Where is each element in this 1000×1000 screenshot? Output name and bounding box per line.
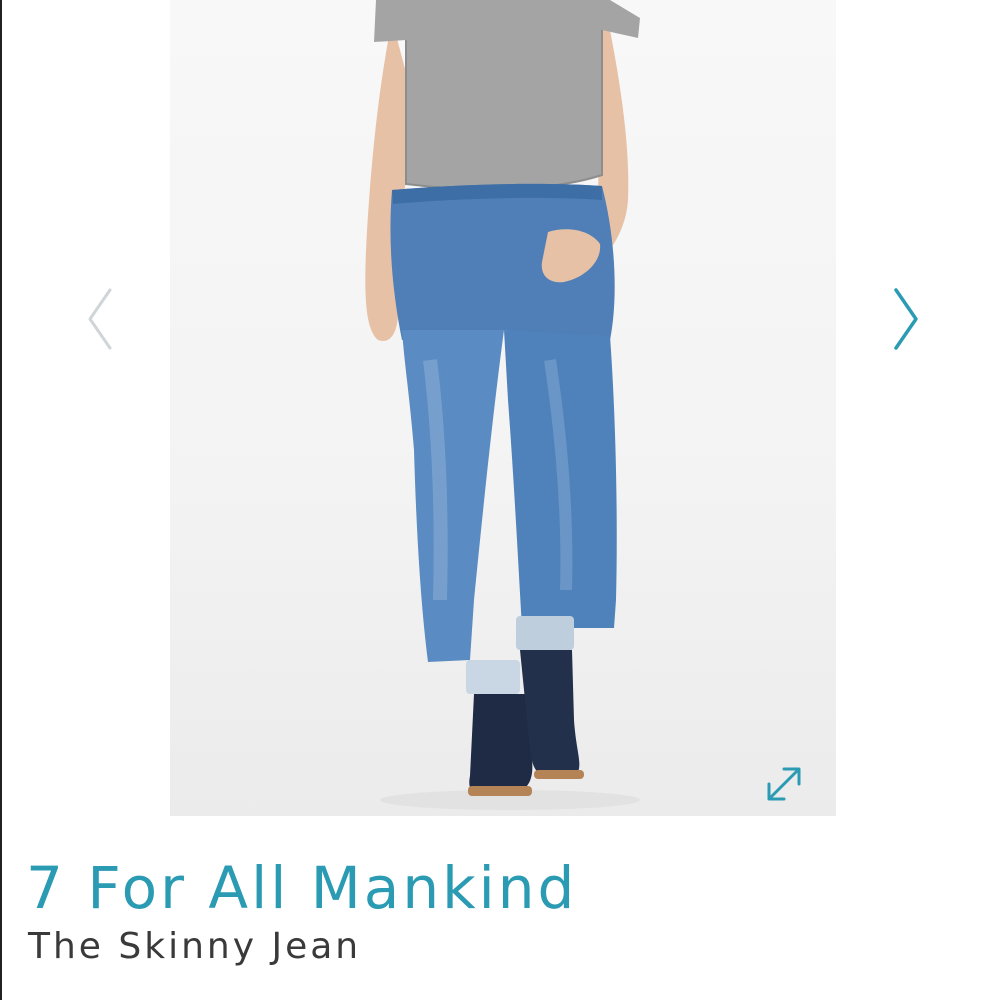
product-page: 7 For All Mankind The Skinny Jean — [0, 0, 1000, 1000]
expand-image-button[interactable] — [762, 762, 806, 806]
model-illustration — [365, 0, 640, 810]
product-image[interactable] — [170, 0, 836, 816]
previous-image-button[interactable] — [82, 284, 122, 354]
next-image-button[interactable] — [886, 284, 926, 354]
product-title: The Skinny Jean — [28, 926, 362, 967]
chevron-left-icon — [88, 288, 112, 350]
chevron-right-icon — [894, 288, 918, 350]
expand-arrows-icon — [767, 767, 801, 801]
brand-name[interactable]: 7 For All Mankind — [26, 848, 577, 928]
